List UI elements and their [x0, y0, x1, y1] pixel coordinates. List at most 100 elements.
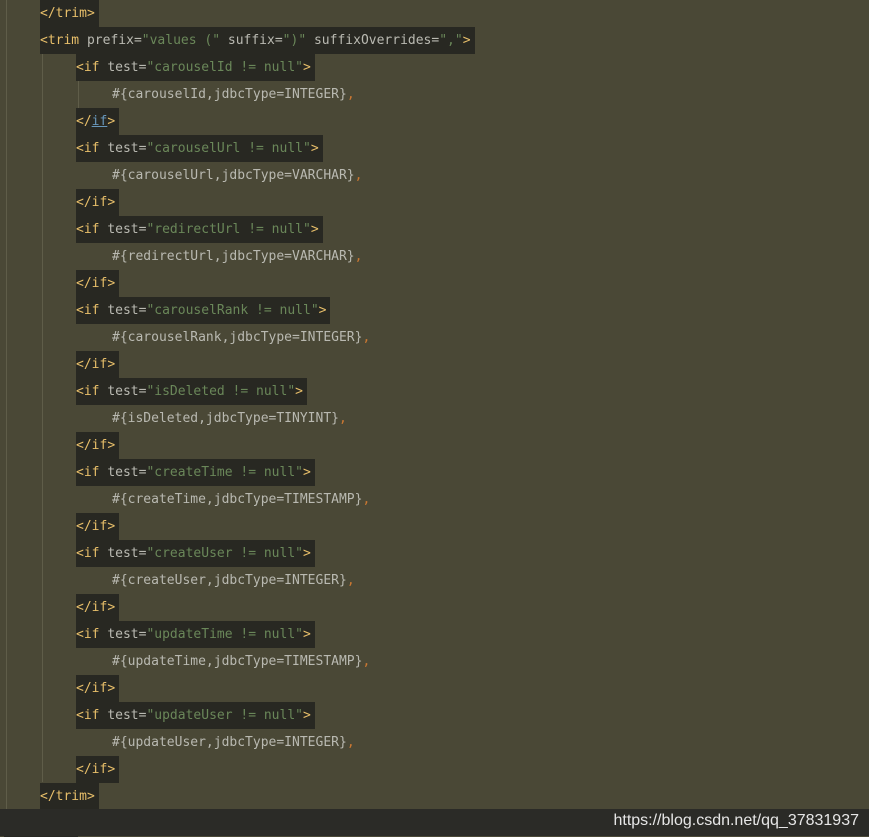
tag-bracket: < — [76, 303, 84, 318]
code-line[interactable]: </if> — [76, 594, 120, 621]
code-line[interactable]: <if test="createTime != null"> — [76, 459, 315, 486]
code-line[interactable]: <if test="carouselId != null"> — [76, 54, 315, 81]
code-line[interactable]: </trim> — [40, 783, 99, 810]
code-line[interactable]: #{carouselUrl,jdbcType=VARCHAR}, — [112, 162, 362, 189]
tag-name: if — [91, 195, 108, 210]
code-line[interactable]: </if> — [76, 756, 120, 783]
code-editor[interactable]: </trim> <trim prefix="values (" suffix=")… — [0, 0, 869, 837]
indent-guide — [6, 0, 7, 809]
code-line[interactable]: </if> — [76, 351, 120, 378]
tag-name: if — [83, 141, 108, 156]
tag-highlight: <if test="redirectUrl != null"> — [76, 216, 323, 243]
tag-name: if — [83, 627, 108, 642]
tag-bracket: </ — [76, 195, 92, 210]
code-line[interactable]: </if> — [76, 513, 120, 540]
value-expression: #{updateUser,jdbcType=INTEGER} — [112, 735, 347, 750]
code-line[interactable]: #{redirectUrl,jdbcType=VARCHAR}, — [112, 243, 362, 270]
tag-bracket: </ — [76, 357, 92, 372]
tag-name: trim — [47, 33, 87, 48]
tag-bracket: > — [86, 789, 95, 804]
tag-bracket: </ — [40, 6, 56, 21]
attribute-value: "updateTime != null" — [146, 627, 303, 642]
code-line[interactable]: <trim prefix="values (" suffix=")" suffi… — [40, 27, 475, 54]
tag-bracket: > — [107, 600, 116, 615]
tag-name: if — [83, 708, 108, 723]
tag-bracket: < — [76, 546, 84, 561]
code-line[interactable]: #{updateUser,jdbcType=INTEGER}, — [112, 729, 355, 756]
code-line[interactable]: <if test="carouselRank != null"> — [76, 297, 331, 324]
equals: = — [274, 33, 283, 48]
tag-highlight: <if test="updateUser != null"> — [76, 702, 315, 729]
code-line[interactable]: #{createTime,jdbcType=TIMESTAMP}, — [112, 486, 370, 513]
tag-bracket: > — [107, 195, 116, 210]
tag-bracket: </ — [76, 600, 92, 615]
tag-highlight: </if> — [76, 270, 120, 297]
tag-name: if — [83, 303, 108, 318]
code-line[interactable]: </if> — [76, 108, 120, 135]
tag-name: if — [83, 222, 108, 237]
code-line[interactable]: </if> — [76, 189, 120, 216]
tag-bracket: </ — [76, 276, 92, 291]
code-line[interactable]: <if test="isDeleted != null"> — [76, 378, 307, 405]
tag-highlight: </if> — [76, 513, 120, 540]
code-line[interactable]: </if> — [76, 675, 120, 702]
attribute-value: "redirectUrl != null" — [146, 222, 311, 237]
tag-highlight: </if> — [76, 351, 120, 378]
tag-highlight: </if> — [76, 594, 120, 621]
value-expression: #{redirectUrl,jdbcType=VARCHAR} — [112, 249, 355, 264]
tag-bracket: > — [303, 627, 311, 642]
code-line[interactable]: </trim> — [40, 0, 99, 27]
tag-name: if — [83, 384, 108, 399]
tag-bracket: </ — [76, 762, 92, 777]
tag-highlight: <if test="carouselUrl != null"> — [76, 135, 323, 162]
attribute-value: "carouselRank != null" — [146, 303, 319, 318]
tag-name: if — [91, 357, 108, 372]
code-line[interactable]: <if test="redirectUrl != null"> — [76, 216, 323, 243]
value-expression: #{updateTime,jdbcType=TIMESTAMP} — [112, 654, 363, 669]
value-expression: #{createUser,jdbcType=INTEGER} — [112, 573, 347, 588]
attribute-value: ")" — [282, 33, 307, 48]
tag-highlight: </if> — [76, 675, 120, 702]
code-line[interactable]: </if> — [76, 432, 120, 459]
code-line[interactable]: <if test="createUser != null"> — [76, 540, 315, 567]
attribute-name: suffixOverrides — [306, 33, 432, 48]
tag-name: if — [91, 519, 108, 534]
tag-highlight: </if> — [76, 189, 120, 216]
code-line[interactable]: <if test="updateUser != null"> — [76, 702, 315, 729]
code-line[interactable]: </if> — [76, 270, 120, 297]
attribute-value: "updateUser != null" — [146, 708, 303, 723]
comma: , — [362, 492, 371, 507]
comma: , — [362, 654, 371, 669]
code-line[interactable]: #{createUser,jdbcType=INTEGER}, — [112, 567, 355, 594]
value-expression: #{carouselId,jdbcType=INTEGER} — [112, 87, 347, 102]
code-line[interactable]: <if test="updateTime != null"> — [76, 621, 315, 648]
value-expression: #{createTime,jdbcType=TIMESTAMP} — [112, 492, 363, 507]
code-line[interactable]: <if test="carouselUrl != null"> — [76, 135, 323, 162]
tag-highlight: <if test="carouselId != null"> — [76, 54, 315, 81]
watermark: https://blog.csdn.net/qq_37831937 — [613, 812, 859, 829]
tag-highlight: <trim prefix="values (" suffix=")" suffi… — [40, 27, 475, 54]
tag-name: trim — [55, 789, 87, 804]
attribute-value: "values (" — [141, 33, 221, 48]
tag-bracket: < — [76, 384, 84, 399]
value-expression: #{isDeleted,jdbcType=TINYINT} — [112, 411, 339, 426]
tag-highlight: </trim> — [40, 0, 99, 27]
code-line[interactable]: #{carouselId,jdbcType=INTEGER}, — [112, 81, 355, 108]
tag-bracket: > — [107, 114, 116, 129]
attribute-value: "isDeleted != null" — [146, 384, 296, 399]
tag-bracket: </ — [76, 114, 92, 129]
code-line[interactable]: #{carouselRank,jdbcType=INTEGER}, — [112, 324, 370, 351]
tag-bracket: > — [295, 384, 303, 399]
tag-bracket: </ — [40, 789, 56, 804]
attribute-name: test — [107, 222, 139, 237]
tag-bracket: < — [76, 60, 84, 75]
code-line[interactable]: #{updateTime,jdbcType=TIMESTAMP}, — [112, 648, 370, 675]
tag-bracket: > — [107, 276, 116, 291]
indent-guide — [42, 54, 43, 782]
tag-bracket: < — [76, 465, 84, 480]
attribute-name: test — [107, 465, 139, 480]
tag-bracket: > — [107, 762, 116, 777]
tag-highlight: <if test="isDeleted != null"> — [76, 378, 307, 405]
code-line[interactable]: #{isDeleted,jdbcType=TINYINT}, — [112, 405, 347, 432]
tag-bracket: > — [107, 681, 116, 696]
